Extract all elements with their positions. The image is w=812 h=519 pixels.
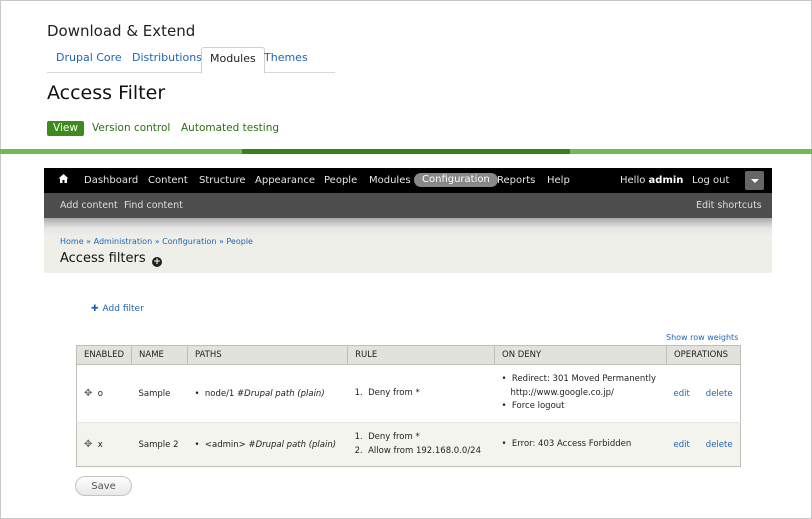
- paths-cell: • <admin> #Drupal path (plain): [187, 422, 348, 467]
- col-operations: OPERATIONS: [665, 345, 742, 365]
- on-deny-cell: • Error: 403 Access Forbidden: [494, 422, 667, 467]
- col-paths: PATHS: [186, 345, 349, 365]
- on-deny-text: Force logout: [511, 401, 565, 412]
- menu-dashboard[interactable]: Dashboard: [84, 168, 138, 193]
- shortcut-add-content[interactable]: Add content: [60, 193, 118, 218]
- tab-themes[interactable]: Themes: [256, 47, 316, 73]
- edit-shortcuts-link[interactable]: Edit shortcuts: [696, 193, 762, 218]
- breadcrumb-home[interactable]: Home: [60, 237, 84, 246]
- delete-link[interactable]: delete: [706, 440, 733, 450]
- name-cell: Sample: [131, 364, 188, 423]
- rule-item: 1. Deny from *: [354, 432, 420, 442]
- paths-cell: • node/1 #Drupal path (plain): [187, 364, 348, 423]
- enabled-cell: ✥ x: [76, 422, 132, 467]
- subnav-view[interactable]: View: [47, 121, 84, 136]
- shortcut-bar: Add content Find content Edit shortcuts: [44, 193, 772, 218]
- menu-people[interactable]: People: [324, 168, 357, 193]
- page-header: Home » Administration » Configuration » …: [44, 218, 772, 273]
- name-cell: Sample 2: [131, 422, 188, 467]
- table-header-row: ENABLED NAME PATHS RULE ON DENY OPERATIO…: [75, 345, 742, 365]
- rule-cell: 1. Deny from * 2. Allow from 192.168.0.0…: [347, 422, 495, 467]
- on-deny-text: Redirect: 301 Moved Permanently: [511, 374, 656, 385]
- download-extend-title: Download & Extend: [47, 22, 196, 40]
- shortcuts-toggle-icon[interactable]: [745, 171, 764, 190]
- on-deny-url: http://www.google.co.jp/: [510, 387, 614, 398]
- project-title: Access Filter: [47, 82, 166, 104]
- delete-link[interactable]: delete: [706, 389, 733, 399]
- enabled-value: o: [97, 389, 103, 399]
- tab-distributions[interactable]: Distributions: [124, 47, 210, 73]
- col-name: NAME: [131, 345, 188, 365]
- page-title: Access filters: [60, 251, 146, 266]
- operations-cell: edit delete: [666, 364, 741, 423]
- enabled-cell: ✥ o: [76, 364, 132, 423]
- shortcut-find-content[interactable]: Find content: [124, 193, 183, 218]
- drag-handle-icon[interactable]: ✥: [84, 388, 92, 399]
- home-icon[interactable]: [58, 168, 69, 193]
- show-row-weights-link[interactable]: Show row weights: [666, 333, 738, 342]
- menu-reports[interactable]: Reports: [497, 168, 535, 193]
- hello-text: Hello: [620, 175, 649, 186]
- add-filter-label: Add filter: [102, 304, 144, 314]
- add-filter-link[interactable]: ✚ Add filter: [91, 304, 144, 314]
- path-type: #Drupal path (plain): [237, 388, 325, 399]
- col-on-deny: ON DENY: [494, 345, 667, 365]
- menu-configuration[interactable]: Configuration: [414, 173, 498, 187]
- rule-item: 1. Deny from *: [354, 387, 420, 398]
- menu-structure[interactable]: Structure: [199, 168, 246, 193]
- menu-modules[interactable]: Modules: [369, 168, 411, 193]
- admin-toolbar: Dashboard Content Structure Appearance P…: [44, 168, 772, 193]
- breadcrumb-people[interactable]: People: [226, 237, 253, 246]
- edit-link[interactable]: edit: [673, 389, 689, 399]
- col-enabled: ENABLED: [75, 345, 133, 365]
- on-deny-text: Error: 403 Access Forbidden: [511, 438, 632, 449]
- breadcrumb-administration[interactable]: Administration: [94, 237, 153, 246]
- green-divider-accent: [242, 149, 570, 154]
- on-deny-item: • Force logout: [501, 401, 565, 412]
- operations-cell: edit delete: [666, 422, 741, 467]
- download-tabs: Drupal Core Distributions Modules Themes: [47, 47, 335, 74]
- subnav-version-control[interactable]: Version control: [92, 121, 170, 136]
- plus-icon: ✚: [91, 304, 99, 314]
- rule-cell: 1. Deny from *: [347, 364, 495, 423]
- breadcrumb: Home » Administration » Configuration » …: [60, 237, 253, 246]
- on-deny-item: • Redirect: 301 Moved Permanently: [501, 374, 656, 385]
- menu-content[interactable]: Content: [148, 168, 188, 193]
- rule-text: Allow from 192.168.0.0/24: [368, 445, 482, 456]
- path-value: node/1: [204, 388, 235, 399]
- path-type: #Drupal path (plain): [248, 439, 337, 450]
- path-value: <admin>: [204, 439, 246, 450]
- green-divider: [0, 149, 812, 154]
- filters-table: ENABLED NAME PATHS RULE ON DENY OPERATIO…: [75, 345, 742, 467]
- save-button[interactable]: Save: [75, 476, 132, 496]
- edit-link[interactable]: edit: [673, 440, 689, 450]
- rule-item: 2. Allow from 192.168.0.0/24: [354, 445, 482, 456]
- table-row: ✥ x Sample 2 • <admin> #Drupal path (pla…: [76, 422, 741, 467]
- rule-text: Deny from *: [368, 387, 420, 398]
- enabled-value: x: [97, 440, 103, 450]
- drag-handle-icon[interactable]: ✥: [84, 439, 92, 450]
- on-deny-cell: • Redirect: 301 Moved Permanently http:/…: [494, 364, 667, 423]
- subnav-automated-testing[interactable]: Automated testing: [181, 121, 279, 136]
- table-row: ✥ o Sample • node/1 #Drupal path (plain)…: [76, 364, 741, 423]
- add-shortcut-icon[interactable]: +: [152, 257, 162, 267]
- rule-text: Deny from *: [368, 432, 420, 442]
- menu-appearance[interactable]: Appearance: [255, 168, 315, 193]
- username[interactable]: admin: [649, 175, 684, 186]
- logout-link[interactable]: Log out: [692, 168, 729, 193]
- on-deny-item: • Error: 403 Access Forbidden: [501, 438, 632, 449]
- tab-drupal-core[interactable]: Drupal Core: [48, 47, 130, 73]
- menu-help[interactable]: Help: [547, 168, 570, 193]
- breadcrumb-configuration[interactable]: Configuration: [162, 237, 216, 246]
- col-rule: RULE: [347, 345, 495, 365]
- hello-user: Hello admin: [620, 168, 683, 193]
